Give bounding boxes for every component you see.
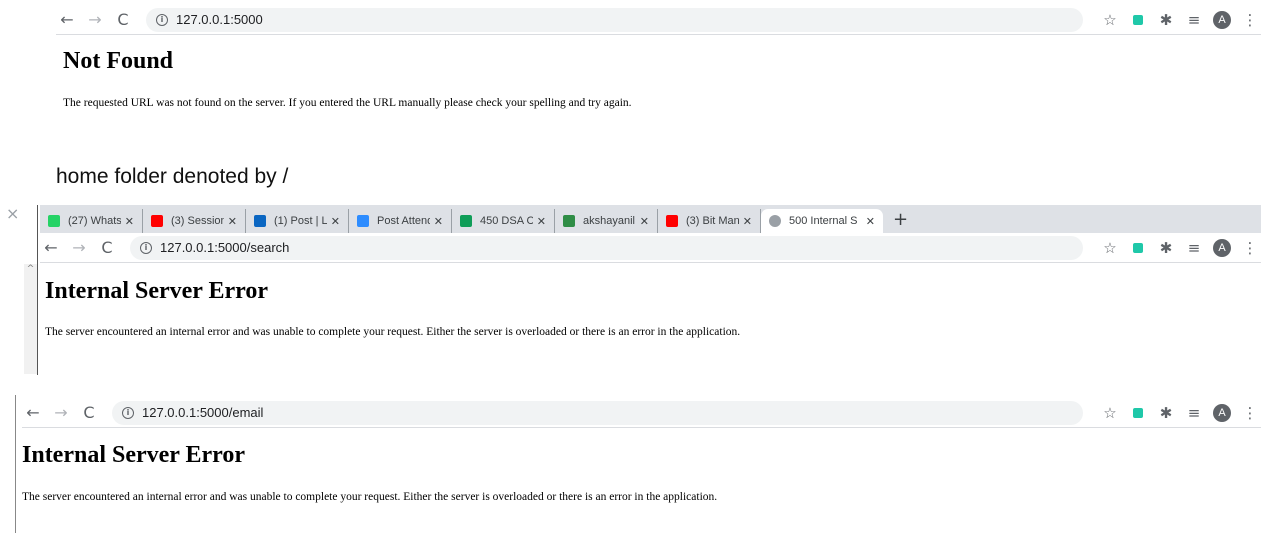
page-message: The requested URL was not found on the s… — [63, 97, 632, 109]
tab-500-error[interactable]: 500 Internal S ✕ — [761, 209, 883, 233]
tab-close-icon[interactable]: ✕ — [228, 215, 237, 228]
profile-avatar[interactable]: A — [1211, 237, 1233, 259]
more-icon[interactable]: ⋮ — [1239, 237, 1261, 259]
tab-close-icon[interactable]: ✕ — [743, 215, 752, 228]
tab-zoom[interactable]: Post Attendee ✕ — [349, 209, 452, 233]
window-close-icon[interactable]: × — [6, 204, 19, 223]
tab-label: 450 DSA Crack — [480, 215, 533, 227]
avatar: A — [1213, 10, 1231, 29]
forward-button[interactable]: → — [68, 237, 90, 259]
info-icon[interactable]: i — [140, 241, 152, 254]
window-border — [15, 395, 16, 533]
back-button[interactable]: ← — [22, 402, 44, 424]
tab-linkedin[interactable]: (1) Post | Linke ✕ — [246, 209, 349, 233]
reload-button[interactable]: C — [112, 9, 134, 31]
tab-label: Post Attendee — [377, 215, 430, 227]
reading-list-icon[interactable]: ≡ — [1183, 402, 1205, 424]
linkedin-icon — [254, 215, 266, 227]
avatar: A — [1213, 403, 1231, 422]
globe-icon — [769, 215, 781, 227]
profile-avatar[interactable]: A — [1211, 402, 1233, 424]
page-message: The server encountered an internal error… — [45, 326, 741, 338]
star-icon[interactable]: ☆ — [1099, 237, 1121, 259]
tab-label: (1) Post | Linke — [274, 215, 327, 227]
tab-label: (27) WhatsApp — [68, 215, 121, 227]
tab-dsa-sheet[interactable]: 450 DSA Crack ✕ — [452, 209, 555, 233]
page-title: Internal Server Error — [45, 278, 269, 304]
puzzle-icon[interactable]: ✱ — [1155, 9, 1177, 31]
scroll-up-icon[interactable]: ^ — [24, 264, 37, 274]
youtube-icon — [151, 215, 163, 227]
tab-close-icon[interactable]: ✕ — [537, 215, 546, 228]
tab-close-icon[interactable]: ✕ — [866, 215, 875, 228]
tab-whatsapp[interactable]: (27) WhatsApp ✕ — [40, 209, 143, 233]
avatar: A — [1213, 238, 1231, 257]
new-tab-button[interactable]: + — [883, 209, 918, 233]
extension-teal-icon[interactable] — [1127, 9, 1149, 31]
more-icon[interactable]: ⋮ — [1239, 9, 1261, 31]
tab-close-icon[interactable]: ✕ — [331, 215, 340, 228]
address-toolbar-3: ← → C i 127.0.0.1:5000/email ☆ ✱ ≡ A ⋮ — [22, 398, 1261, 428]
address-toolbar-2: ← → C i 127.0.0.1:5000/search ☆ ✱ ≡ A ⋮ — [40, 233, 1261, 263]
tab-close-icon[interactable]: ✕ — [434, 215, 443, 228]
reload-button[interactable]: C — [96, 237, 118, 259]
profile-avatar[interactable]: A — [1211, 9, 1233, 31]
url-text[interactable]: 127.0.0.1:5000/email — [142, 405, 263, 420]
address-toolbar-1: ← → C i 127.0.0.1:5000 ☆ ✱ ≡ A ⋮ — [56, 5, 1261, 35]
forward-button[interactable]: → — [50, 402, 72, 424]
puzzle-icon[interactable]: ✱ — [1155, 237, 1177, 259]
puzzle-icon[interactable]: ✱ — [1155, 402, 1177, 424]
tab-close-icon[interactable]: ✕ — [640, 215, 649, 228]
zoom-icon — [357, 215, 369, 227]
info-icon[interactable]: i — [156, 13, 168, 26]
caption-text: home folder denoted by / — [56, 165, 289, 188]
address-bar[interactable]: i 127.0.0.1:5000 — [146, 7, 1083, 32]
page-title: Not Found — [63, 48, 174, 74]
back-button[interactable]: ← — [40, 237, 62, 259]
tab-session[interactable]: (3) Session ✕ — [143, 209, 246, 233]
tab-label: 500 Internal S — [789, 215, 858, 227]
page-title: Internal Server Error — [22, 442, 246, 468]
url-text[interactable]: 127.0.0.1:5000/search — [160, 240, 289, 255]
reload-button[interactable]: C — [78, 402, 100, 424]
back-button[interactable]: ← — [56, 9, 78, 31]
star-icon[interactable]: ☆ — [1099, 402, 1121, 424]
tab-label: (3) Bit Manipu — [686, 215, 739, 227]
more-icon[interactable]: ⋮ — [1239, 402, 1261, 424]
star-icon[interactable]: ☆ — [1099, 9, 1121, 31]
tab-bit-manipulation[interactable]: (3) Bit Manipu ✕ — [658, 209, 761, 233]
tab-close-icon[interactable]: ✕ — [125, 215, 134, 228]
youtube-icon — [666, 215, 678, 227]
address-bar[interactable]: i 127.0.0.1:5000/email — [112, 400, 1083, 425]
scrollbar[interactable]: ^ — [24, 264, 37, 374]
tab-label: akshayanil Gee — [583, 215, 636, 227]
tab-gfg[interactable]: akshayanil Gee ✕ — [555, 209, 658, 233]
url-text[interactable]: 127.0.0.1:5000 — [176, 12, 263, 27]
window-border — [37, 205, 38, 375]
reading-list-icon[interactable]: ≡ — [1183, 237, 1205, 259]
extension-teal-icon[interactable] — [1127, 237, 1149, 259]
whatsapp-icon — [48, 215, 60, 227]
forward-button[interactable]: → — [84, 9, 106, 31]
page-message: The server encountered an internal error… — [22, 491, 718, 503]
gfg-icon — [563, 215, 575, 227]
tab-label: (3) Session — [171, 215, 224, 227]
tab-strip: (27) WhatsApp ✕ (3) Session ✕ (1) Post |… — [40, 205, 1261, 233]
info-icon[interactable]: i — [122, 406, 134, 419]
address-bar[interactable]: i 127.0.0.1:5000/search — [130, 235, 1083, 260]
reading-list-icon[interactable]: ≡ — [1183, 9, 1205, 31]
sheets-icon — [460, 215, 472, 227]
extension-teal-icon[interactable] — [1127, 402, 1149, 424]
